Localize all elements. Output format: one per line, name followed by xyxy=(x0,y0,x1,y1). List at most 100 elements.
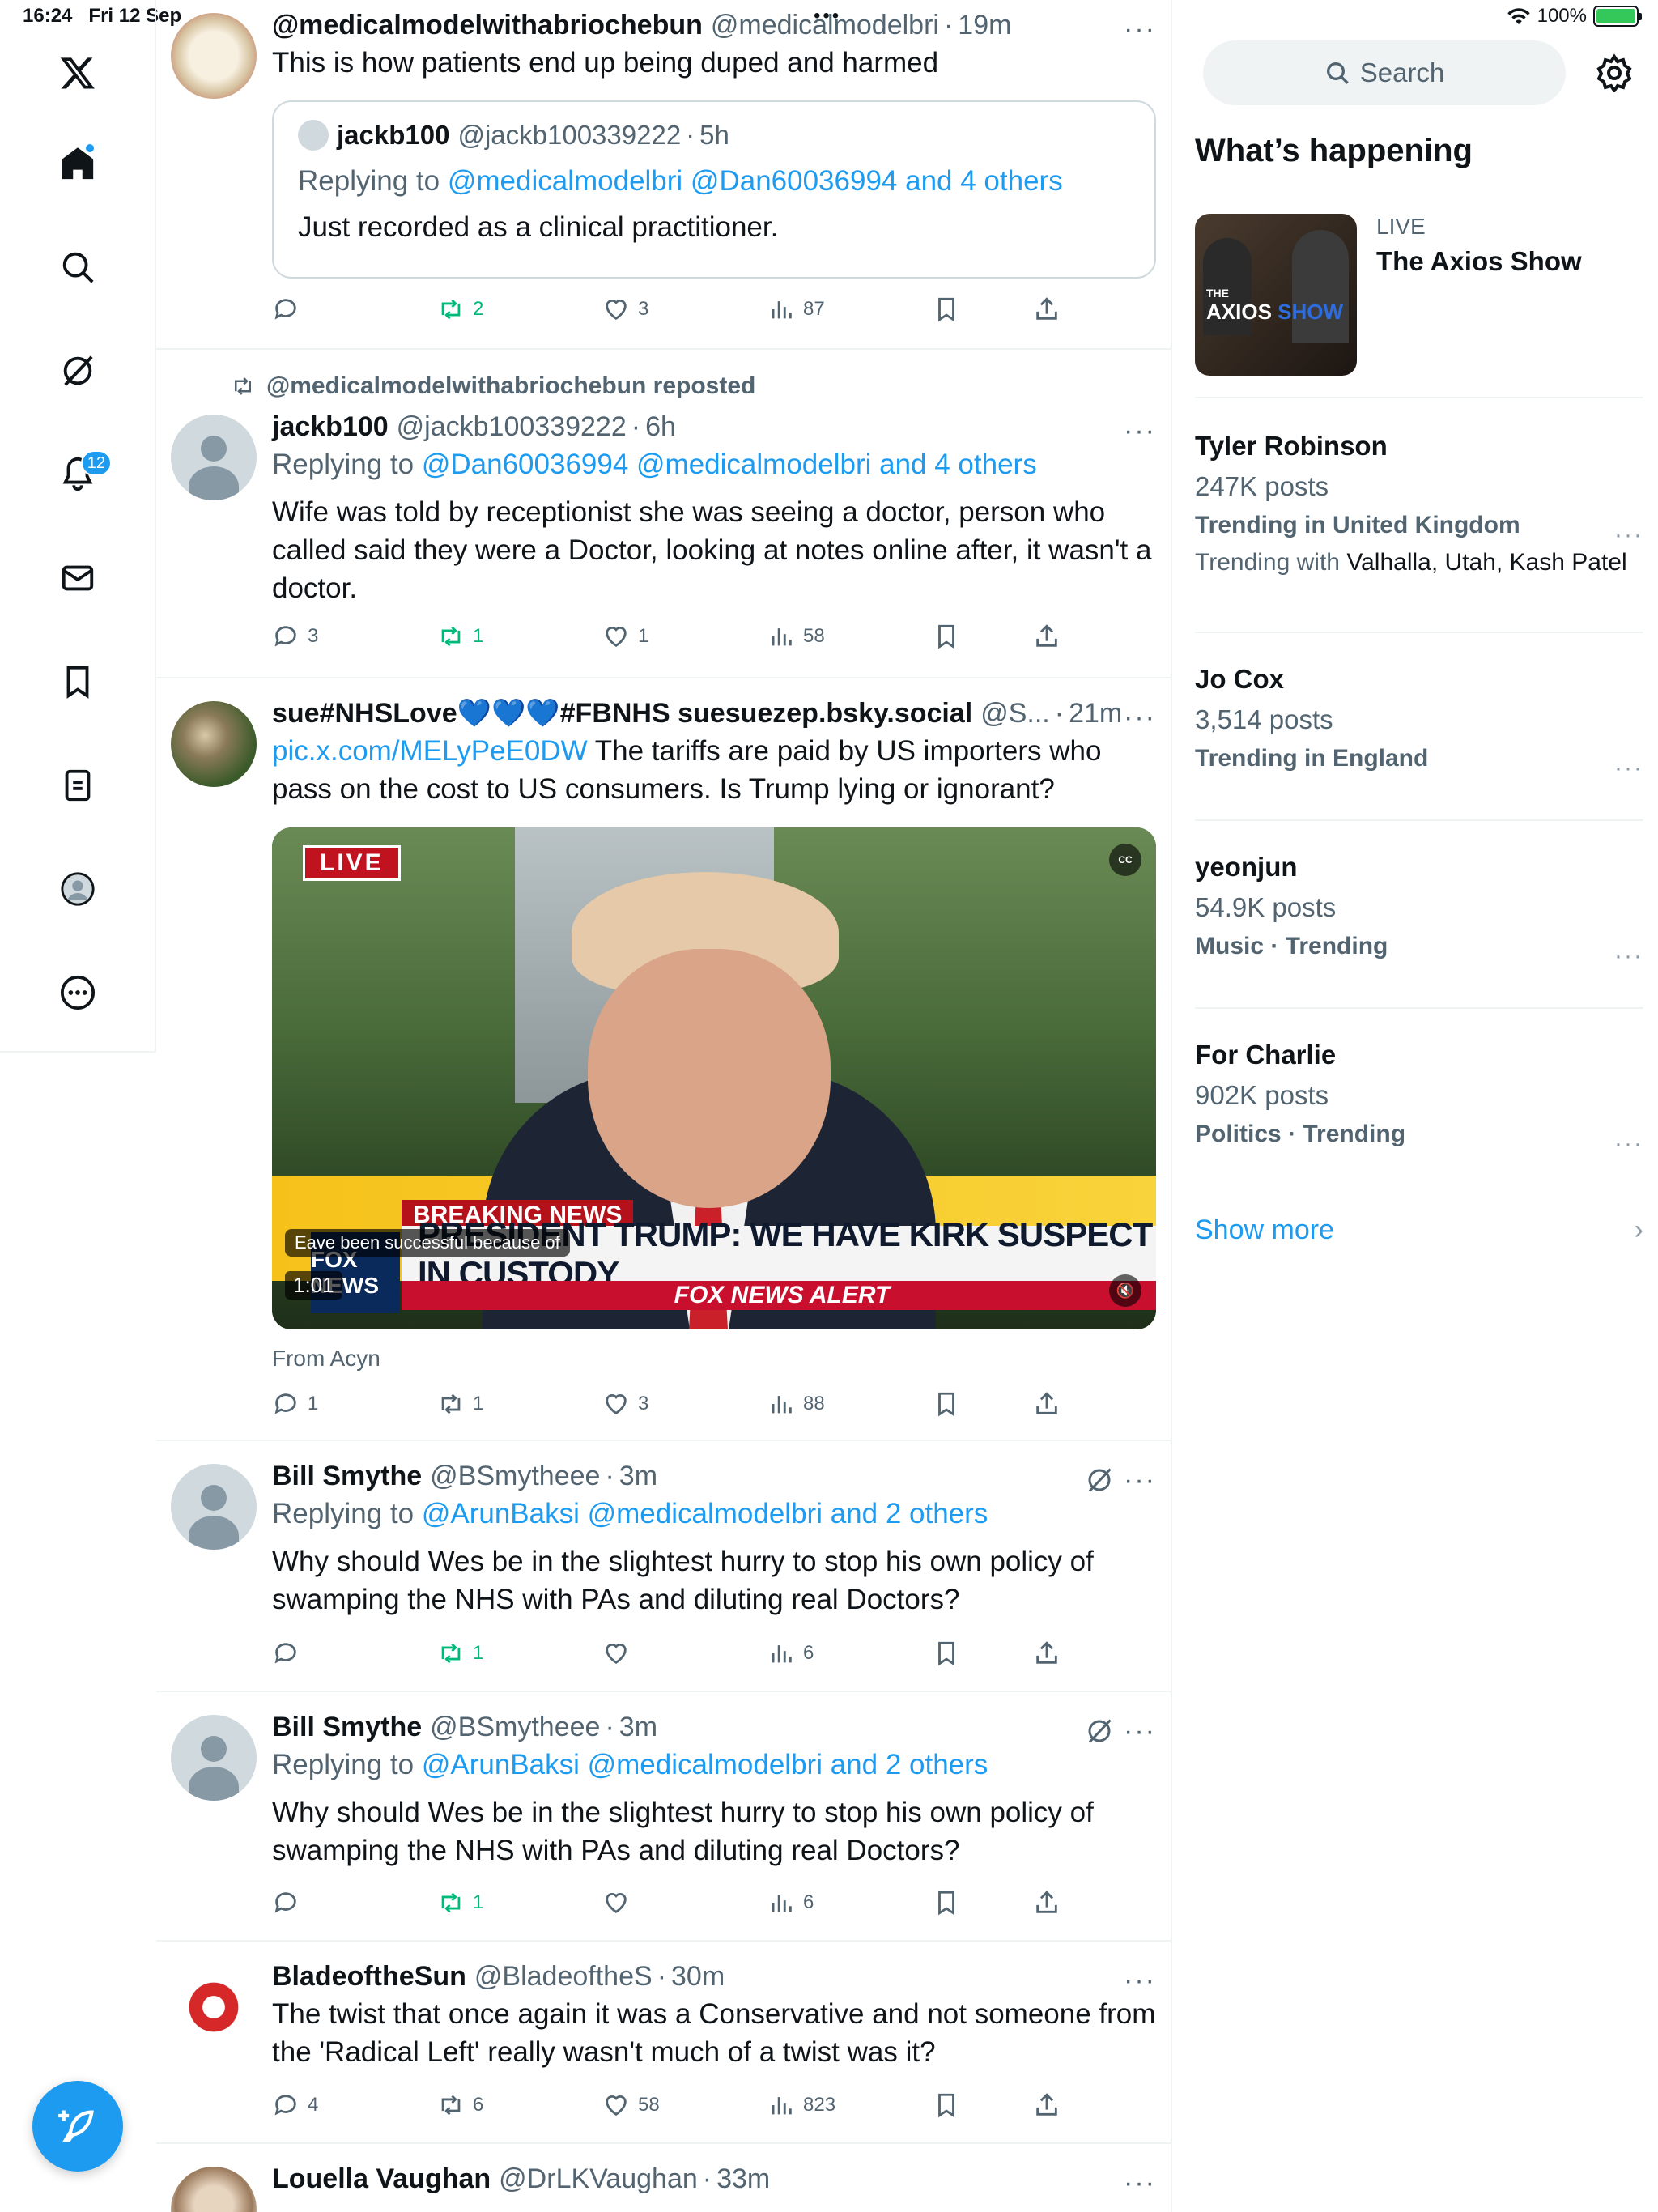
trend-item[interactable]: For Charlie 902K posts Politics · Trendi… xyxy=(1195,1007,1643,1195)
nav-home[interactable] xyxy=(49,134,107,193)
tweet-card[interactable]: Louella Vaughan @DrLKVaughan · 33m ··· xyxy=(156,2144,1171,2212)
reply-targets-link[interactable]: @Dan60036994 @medicalmodelbri and 4 othe… xyxy=(422,449,1037,480)
tweet-card[interactable]: Bill Smythe @BSmytheee · 3m Replying to … xyxy=(156,1441,1171,1692)
repost-button[interactable]: 2 xyxy=(437,296,534,323)
nav-lists[interactable] xyxy=(49,756,107,815)
tweet-card[interactable]: sue#NHSLove💙💙💙#FBNHS suesuezep.bsky.soci… xyxy=(156,678,1171,1441)
more-options-icon[interactable]: ··· xyxy=(1614,521,1643,549)
repost-button[interactable]: 1 xyxy=(437,1640,534,1667)
media-source[interactable]: From Acyn xyxy=(272,1346,380,1372)
share-button[interactable] xyxy=(1033,296,1065,323)
avatar[interactable] xyxy=(171,1964,257,2050)
avatar[interactable] xyxy=(171,2167,257,2212)
author-name[interactable]: sue#NHSLove💙💙💙#FBNHS suesuezep.bsky.soci… xyxy=(272,695,972,732)
reply-targets-link[interactable]: @ArunBaksi @medicalmodelbri and 2 others xyxy=(422,1498,988,1529)
tweet-card[interactable]: BladeoftheSun @BladeoftheS · 30m The twi… xyxy=(156,1942,1171,2144)
tweet-card[interactable]: @medicalmodelwithabriochebun @medicalmod… xyxy=(156,0,1171,350)
avatar[interactable] xyxy=(171,1464,257,1550)
tweet-card[interactable]: @medicalmodelwithabriochebun reposted ja… xyxy=(156,350,1171,678)
share-button[interactable] xyxy=(1033,1889,1065,1916)
like-button[interactable] xyxy=(602,1889,699,1916)
views-button[interactable]: 6 xyxy=(767,1889,865,1916)
bookmark-button[interactable] xyxy=(933,296,965,323)
nav-explore[interactable] xyxy=(49,238,107,296)
share-button[interactable] xyxy=(1033,1390,1065,1418)
nav-messages[interactable] xyxy=(49,549,107,607)
more-options-icon[interactable]: ··· xyxy=(1124,704,1156,731)
grok-icon[interactable] xyxy=(1085,1716,1114,1746)
more-options-icon[interactable]: ··· xyxy=(1124,1717,1156,1745)
settings-gear-icon[interactable] xyxy=(1595,53,1634,92)
share-button[interactable] xyxy=(1033,2091,1065,2119)
share-button[interactable] xyxy=(1033,623,1065,650)
share-button[interactable] xyxy=(1033,1640,1065,1667)
reply-button[interactable]: 3 xyxy=(272,623,369,650)
avatar[interactable] xyxy=(171,13,257,99)
reply-button[interactable] xyxy=(272,1889,369,1916)
nav-bookmarks[interactable] xyxy=(49,653,107,711)
like-button[interactable]: 1 xyxy=(602,623,699,650)
more-options-icon[interactable]: ··· xyxy=(1614,755,1643,782)
author-name[interactable]: Bill Smythe xyxy=(272,1457,422,1495)
more-options-icon[interactable]: ··· xyxy=(1124,417,1156,445)
author-name[interactable]: Louella Vaughan xyxy=(272,2160,491,2197)
show-more-link[interactable]: Show more › xyxy=(1195,1214,1643,1246)
avatar[interactable] xyxy=(171,1715,257,1801)
reply-button[interactable] xyxy=(272,1640,369,1667)
views-button[interactable]: 6 xyxy=(767,1640,865,1667)
trend-item[interactable]: Jo Cox 3,514 posts Trending in England ·… xyxy=(1195,632,1643,819)
avatar[interactable] xyxy=(171,415,257,500)
compose-post-button[interactable] xyxy=(32,2081,123,2172)
reply-button[interactable]: 4 xyxy=(272,2091,369,2119)
like-button[interactable]: 58 xyxy=(602,2091,699,2119)
quoted-tweet[interactable]: jackb100 @jackb100339222 · 5h Replying t… xyxy=(272,100,1156,279)
grok-icon[interactable] xyxy=(1085,1465,1114,1495)
tweet-card[interactable]: Bill Smythe @BSmytheee · 3m Replying to … xyxy=(156,1692,1171,1942)
bookmark-icon xyxy=(938,1641,954,1666)
trend-item[interactable]: yeonjun 54.9K posts Music · Trending ··· xyxy=(1195,819,1643,1007)
like-button[interactable] xyxy=(602,1640,699,1667)
more-options-icon[interactable]: ··· xyxy=(1614,1130,1643,1158)
reply-targets-link[interactable]: @ArunBaksi @medicalmodelbri and 2 others xyxy=(422,1749,988,1780)
more-options-icon[interactable]: ··· xyxy=(1124,15,1156,43)
video-player[interactable]: LIVE CC BREAKING NEWS PRESIDENT TRUMP: W… xyxy=(272,827,1156,1329)
media-link[interactable]: pic.x.com/MELyPeE0DW xyxy=(272,735,588,767)
more-options-icon[interactable]: ··· xyxy=(1124,1466,1156,1494)
captions-button[interactable]: CC xyxy=(1109,844,1141,876)
x-logo-icon[interactable] xyxy=(49,44,107,102)
more-options-icon[interactable]: ··· xyxy=(1614,942,1643,970)
repost-button[interactable]: 1 xyxy=(437,623,534,650)
repost-button[interactable]: 1 xyxy=(437,1390,534,1418)
news-item[interactable]: THE AXIOS SHOW LIVE The Axios Show xyxy=(1195,214,1648,376)
views-button[interactable]: 88 xyxy=(767,1390,865,1418)
views-button[interactable]: 87 xyxy=(767,296,865,323)
like-button[interactable]: 3 xyxy=(602,296,699,323)
nav-more[interactable] xyxy=(49,963,107,1022)
bookmark-button[interactable] xyxy=(933,1390,965,1418)
nav-grok[interactable] xyxy=(49,342,107,400)
bookmark-button[interactable] xyxy=(933,1889,965,1916)
nav-notifications[interactable]: 12 xyxy=(49,445,112,504)
mute-icon[interactable]: 🔇 xyxy=(1109,1274,1141,1307)
more-options-icon[interactable]: ··· xyxy=(1124,1967,1156,1994)
bookmark-button[interactable] xyxy=(933,623,965,650)
author-name[interactable]: Bill Smythe xyxy=(272,1708,422,1746)
trend-item[interactable]: Tyler Robinson 247K posts Trending in Un… xyxy=(1195,397,1643,632)
bookmark-button[interactable] xyxy=(933,2091,965,2119)
search-input[interactable]: Search xyxy=(1203,40,1566,105)
views-button[interactable]: 823 xyxy=(767,2091,865,2119)
bookmark-button[interactable] xyxy=(933,1640,965,1667)
repost-button[interactable]: 1 xyxy=(437,1889,534,1916)
repost-button[interactable]: 6 xyxy=(437,2091,534,2119)
nav-profile[interactable] xyxy=(49,860,107,918)
more-options-icon[interactable]: ··· xyxy=(1124,2169,1156,2197)
author-name[interactable]: BladeoftheSun xyxy=(272,1958,466,1995)
reply-targets-link[interactable]: @medicalmodelbri @Dan60036994 and 4 othe… xyxy=(448,165,1063,197)
avatar[interactable] xyxy=(171,701,257,787)
author-name[interactable]: @medicalmodelwithabriochebun xyxy=(272,6,703,44)
views-button[interactable]: 58 xyxy=(767,623,865,650)
author-name[interactable]: jackb100 xyxy=(272,408,389,445)
like-button[interactable]: 3 xyxy=(602,1390,699,1418)
reply-button[interactable] xyxy=(272,296,369,323)
reply-button[interactable]: 1 xyxy=(272,1390,369,1418)
